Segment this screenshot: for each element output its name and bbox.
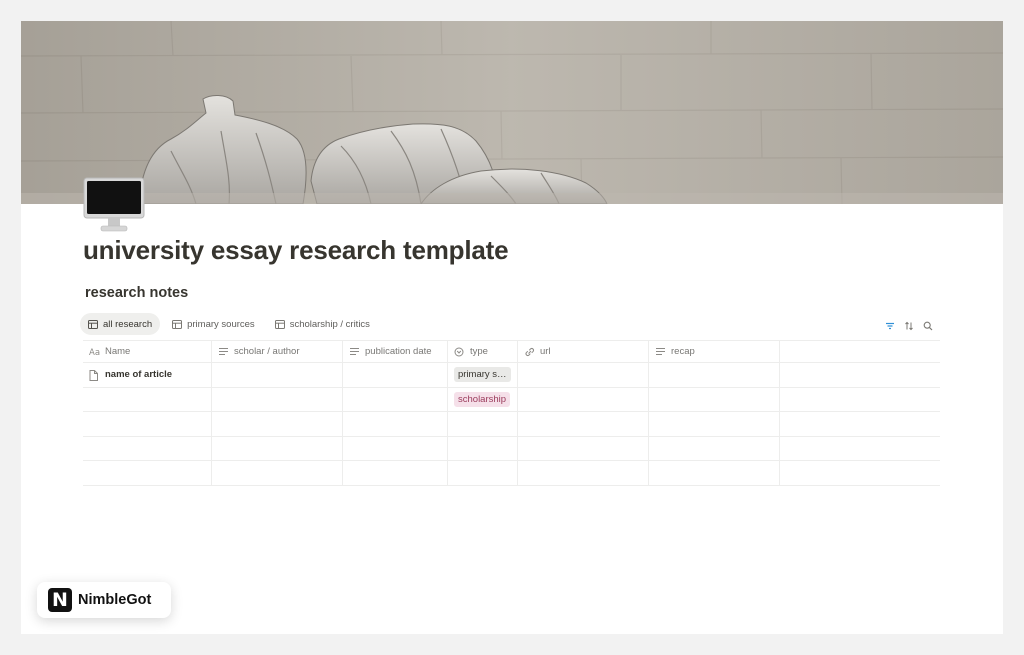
scholar-author-cell[interactable] bbox=[212, 387, 343, 411]
name-cell[interactable] bbox=[83, 461, 212, 485]
empty-cell bbox=[780, 363, 940, 387]
sort-icon[interactable] bbox=[904, 318, 914, 331]
type-cell[interactable]: scholarship bbox=[448, 387, 518, 411]
tab-label: primary sources bbox=[187, 318, 255, 330]
name-cell[interactable]: name of article bbox=[83, 363, 212, 387]
scholar-author-cell[interactable] bbox=[212, 436, 343, 460]
notion-page: university essay research template resea… bbox=[21, 21, 1003, 634]
tab-all-research[interactable]: all research bbox=[80, 313, 161, 335]
url-cell[interactable] bbox=[518, 363, 649, 387]
publication-date-cell[interactable] bbox=[343, 363, 448, 387]
tab-label: all research bbox=[103, 318, 153, 330]
empty-cell bbox=[780, 461, 940, 485]
add-column-area[interactable] bbox=[780, 341, 940, 362]
scholar-author-cell[interactable] bbox=[212, 363, 343, 387]
column-header-name[interactable]: Aa Name bbox=[83, 341, 212, 362]
type-cell[interactable] bbox=[448, 436, 518, 460]
empty-cell bbox=[780, 388, 940, 412]
url-cell[interactable] bbox=[518, 461, 649, 485]
search-icon[interactable] bbox=[923, 318, 933, 331]
empty-cell bbox=[780, 412, 940, 436]
publication-date-cell[interactable] bbox=[343, 412, 448, 436]
brand-name: NimbleGot bbox=[78, 592, 152, 608]
recap-cell[interactable] bbox=[649, 412, 780, 436]
publication-date-cell[interactable] bbox=[343, 436, 448, 460]
table-row[interactable] bbox=[83, 412, 940, 437]
recap-cell[interactable] bbox=[649, 461, 780, 485]
text-property-icon bbox=[349, 347, 360, 356]
page-title[interactable]: university essay research template bbox=[83, 235, 509, 266]
cover-image[interactable] bbox=[21, 21, 1003, 204]
url-cell[interactable] bbox=[518, 387, 649, 411]
type-cell[interactable] bbox=[448, 461, 518, 485]
table-icon bbox=[172, 319, 183, 329]
link-property-icon bbox=[524, 347, 535, 356]
type-tag: primary s… bbox=[454, 367, 511, 383]
column-header-url[interactable]: url bbox=[518, 341, 649, 362]
recap-cell[interactable] bbox=[649, 387, 780, 411]
table-row[interactable]: name of article primary s… bbox=[83, 363, 940, 388]
url-cell[interactable] bbox=[518, 412, 649, 436]
database-view-tabs: all research primary sources scholarship… bbox=[80, 313, 378, 335]
database-toolbar bbox=[885, 318, 933, 331]
tab-scholarship-critics[interactable]: scholarship / critics bbox=[267, 313, 378, 335]
svg-text:Aa: Aa bbox=[89, 348, 100, 356]
scholar-author-cell[interactable] bbox=[212, 461, 343, 485]
type-cell[interactable] bbox=[448, 412, 518, 436]
column-header-type[interactable]: type bbox=[448, 341, 518, 362]
column-header-publication-date[interactable]: publication date bbox=[343, 341, 448, 362]
table-row[interactable] bbox=[83, 461, 940, 486]
tab-label: scholarship / critics bbox=[289, 318, 370, 330]
name-cell[interactable] bbox=[83, 387, 212, 411]
table-icon bbox=[274, 319, 285, 329]
type-cell[interactable]: primary s… bbox=[448, 363, 518, 387]
recap-cell[interactable] bbox=[649, 363, 780, 387]
database-title[interactable]: research notes bbox=[85, 285, 188, 301]
table-row[interactable] bbox=[83, 436, 940, 461]
desktop-computer-icon[interactable] bbox=[83, 177, 145, 233]
publication-date-cell[interactable] bbox=[343, 387, 448, 411]
table-icon bbox=[88, 319, 98, 329]
name-cell[interactable] bbox=[83, 436, 212, 460]
scholar-author-cell[interactable] bbox=[212, 412, 343, 436]
url-cell[interactable] bbox=[518, 436, 649, 460]
table-row[interactable]: scholarship bbox=[83, 387, 940, 412]
select-property-icon bbox=[454, 347, 465, 357]
type-tag: scholarship bbox=[454, 391, 511, 407]
text-property-icon bbox=[218, 347, 229, 356]
column-header-recap[interactable]: recap bbox=[649, 341, 780, 362]
empty-cell bbox=[780, 437, 940, 461]
marble-sculpture-illustration bbox=[21, 21, 1003, 204]
research-notes-table: Aa Name scholar / author publication dat… bbox=[83, 340, 940, 486]
brand-logo-icon: N bbox=[48, 588, 72, 612]
column-header-scholar-author[interactable]: scholar / author bbox=[212, 341, 343, 362]
filter-icon[interactable] bbox=[885, 318, 895, 330]
table-header-row: Aa Name scholar / author publication dat… bbox=[83, 340, 940, 363]
title-property-icon: Aa bbox=[89, 347, 100, 358]
recap-cell[interactable] bbox=[649, 436, 780, 460]
name-cell[interactable] bbox=[83, 412, 212, 436]
brand-badge[interactable]: N NimbleGot bbox=[37, 582, 171, 618]
tab-primary-sources[interactable]: primary sources bbox=[164, 313, 263, 335]
text-property-icon bbox=[655, 347, 666, 356]
publication-date-cell[interactable] bbox=[343, 461, 448, 485]
page-document-icon bbox=[89, 370, 100, 382]
